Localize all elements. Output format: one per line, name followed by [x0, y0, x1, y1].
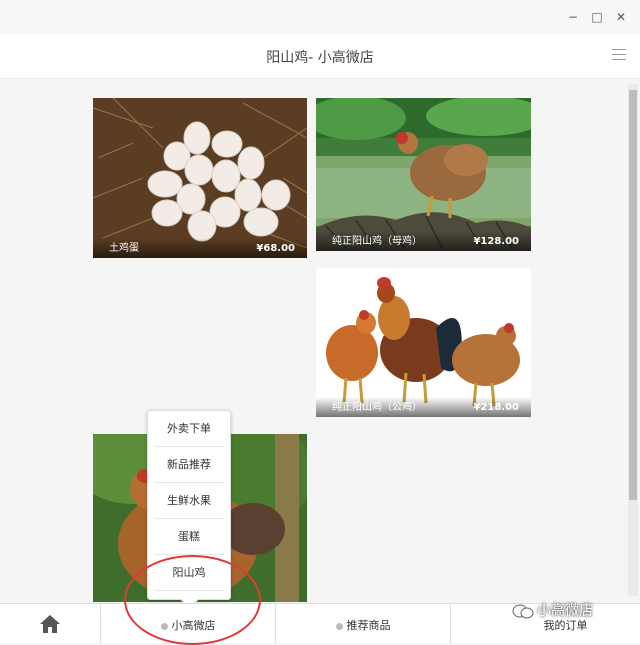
home-icon — [40, 615, 60, 633]
watermark-text: 小高微店 — [537, 603, 593, 619]
close-button[interactable]: ✕ — [614, 10, 628, 24]
product-card[interactable]: 纯正阳山鸡（母鸡） ¥128.00 — [316, 98, 531, 251]
dot-icon — [335, 622, 343, 630]
hen-image — [316, 98, 531, 251]
scrollbar[interactable] — [628, 84, 638, 596]
tab-label: 推荐商品 — [346, 619, 391, 632]
menu-item-new-products[interactable]: 新品推荐 — [154, 447, 224, 483]
tab-home[interactable] — [0, 604, 101, 643]
watermark: 小高微店 — [512, 600, 593, 620]
annotation-circle — [124, 555, 261, 645]
product-name: 土鸡蛋 — [109, 243, 139, 254]
roosters-image — [316, 268, 531, 417]
eggs-image — [93, 98, 307, 258]
product-card[interactable]: 土鸡蛋 ¥68.00 — [93, 98, 307, 258]
product-name: 纯正阳山鸡（公鸡） — [332, 402, 422, 413]
minimize-button[interactable]: − — [566, 10, 580, 24]
product-price: ¥218.00 — [473, 402, 519, 413]
tab-label: 我的订单 — [543, 619, 588, 632]
product-card[interactable]: 纯正阳山鸡（公鸡） ¥218.00 — [316, 268, 531, 417]
menu-icon[interactable] — [612, 49, 626, 64]
tab-recommended[interactable]: 推荐商品 — [276, 604, 451, 643]
scrollbar-thumb[interactable] — [629, 90, 637, 500]
app-header: 阳山鸡- 小高微店 — [0, 34, 640, 79]
window-title-bar: − □ ✕ — [0, 0, 640, 34]
maximize-button[interactable]: □ — [590, 10, 604, 24]
wechat-icon — [512, 604, 534, 619]
menu-item-takeaway[interactable]: 外卖下单 — [154, 411, 224, 447]
menu-item-cake[interactable]: 蛋糕 — [154, 519, 224, 555]
menu-item-fresh-fruit[interactable]: 生鲜水果 — [154, 483, 224, 519]
product-name: 纯正阳山鸡（母鸡） — [332, 236, 422, 247]
product-price: ¥68.00 — [256, 243, 295, 254]
product-grid: 土鸡蛋 ¥68.00 纯正阳山鸡（母鸡） ¥128.00 纯正阳山鸡（公鸡） ¥… — [0, 79, 624, 602]
product-price: ¥128.00 — [473, 236, 519, 247]
page-title: 阳山鸡- 小高微店 — [266, 50, 374, 66]
